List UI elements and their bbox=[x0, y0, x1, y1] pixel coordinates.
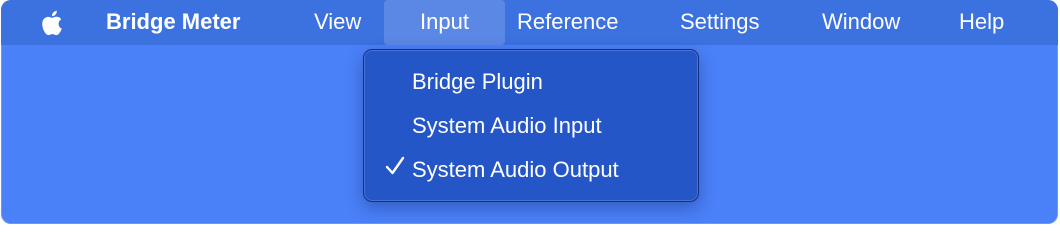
menu-item-system-audio-output[interactable]: System Audio Output bbox=[412, 155, 619, 185]
menu-item-bridge-plugin[interactable]: Bridge Plugin bbox=[412, 67, 543, 97]
menu-window[interactable]: Window bbox=[822, 0, 900, 45]
menu-app-name[interactable]: Bridge Meter bbox=[106, 0, 240, 45]
menu-reference[interactable]: Reference bbox=[517, 0, 619, 45]
menu-bar: Bridge Meter View Input Reference Settin… bbox=[1, 0, 1058, 45]
app-window: Bridge Meter View Input Reference Settin… bbox=[1, 0, 1058, 224]
menu-item-system-audio-input[interactable]: System Audio Input bbox=[412, 111, 602, 141]
menu-view[interactable]: View bbox=[314, 0, 361, 45]
menu-input[interactable]: Input bbox=[384, 0, 505, 45]
menu-settings[interactable]: Settings bbox=[680, 0, 760, 45]
menu-help[interactable]: Help bbox=[959, 0, 1004, 45]
input-dropdown-menu: Bridge Plugin System Audio Input System … bbox=[363, 49, 699, 202]
checkmark-icon bbox=[385, 156, 405, 175]
apple-logo-icon[interactable] bbox=[39, 8, 67, 38]
